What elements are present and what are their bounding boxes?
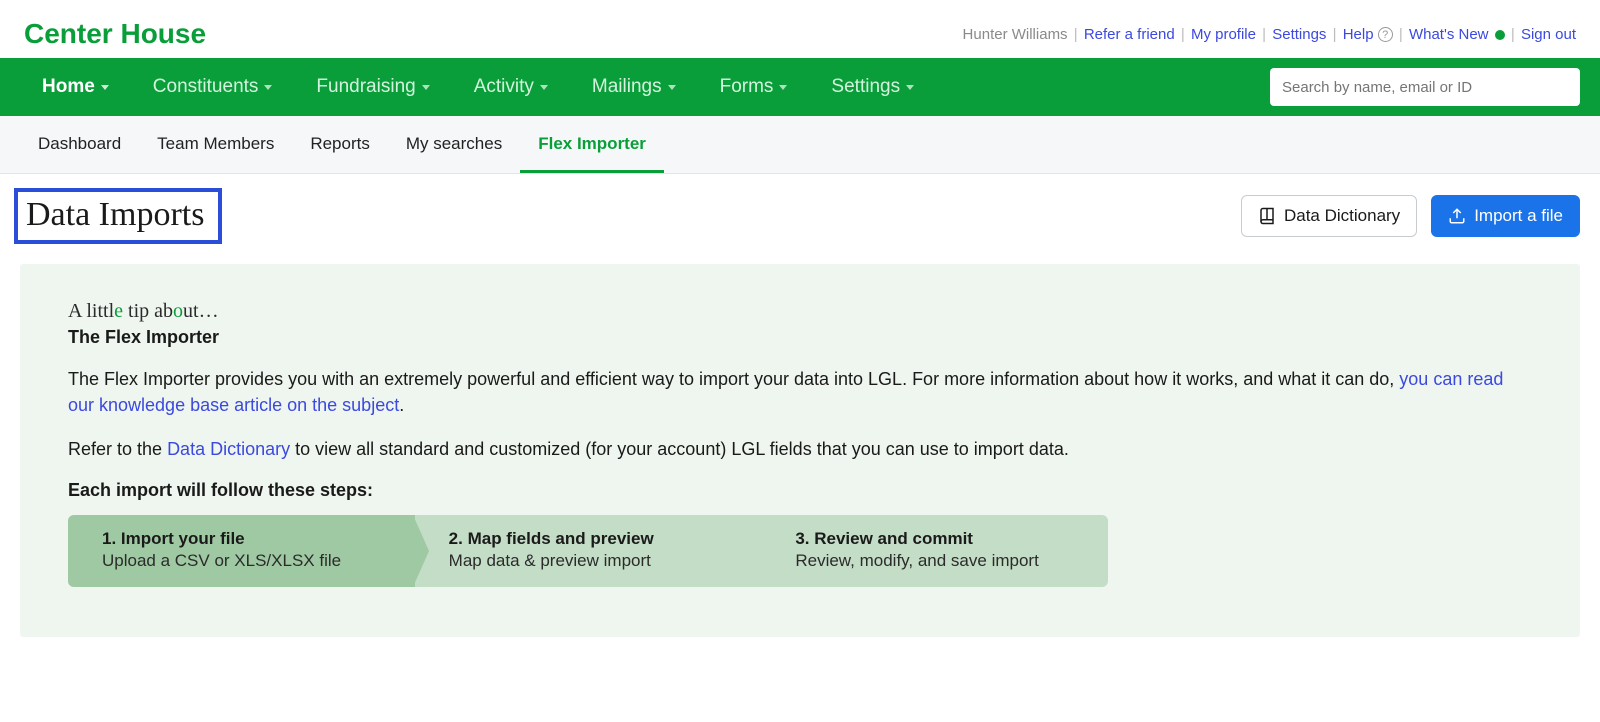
settings-link[interactable]: Settings xyxy=(1272,26,1326,43)
tip-body-2: Refer to the Data Dictionary to view all… xyxy=(68,436,1532,462)
data-dictionary-link[interactable]: Data Dictionary xyxy=(167,439,290,459)
profile-link[interactable]: My profile xyxy=(1191,26,1256,43)
upload-icon xyxy=(1448,207,1466,225)
tab-my-searches[interactable]: My searches xyxy=(388,116,520,173)
nav-home[interactable]: Home xyxy=(20,58,131,116)
chevron-down-icon xyxy=(779,85,787,90)
step-2-sub: Map data & preview import xyxy=(449,551,732,571)
page-title: Data Imports xyxy=(14,188,222,244)
nav-mailings[interactable]: Mailings xyxy=(570,58,698,116)
tip-body-1: The Flex Importer provides you with an e… xyxy=(68,366,1532,418)
chevron-right-icon xyxy=(413,515,429,587)
page-header: Data Imports Data Dictionary Import a fi… xyxy=(0,174,1600,254)
step-1: 1. Import your file Upload a CSV or XLS/… xyxy=(68,515,415,587)
step-2-title: 2. Map fields and preview xyxy=(449,529,732,549)
nav-fundraising[interactable]: Fundraising xyxy=(294,58,451,116)
tip-panel: A little tip about… The Flex Importer Th… xyxy=(20,264,1580,637)
tab-team-members[interactable]: Team Members xyxy=(139,116,292,173)
tip-intro: A little tip about… xyxy=(68,300,1532,323)
nav-constituents[interactable]: Constituents xyxy=(131,58,295,116)
status-dot-icon xyxy=(1495,30,1505,40)
tab-reports[interactable]: Reports xyxy=(292,116,388,173)
help-icon: ? xyxy=(1378,27,1393,42)
user-name: Hunter Williams xyxy=(963,26,1068,43)
signout-link[interactable]: Sign out xyxy=(1521,26,1576,43)
topbar: Center House Hunter Williams | Refer a f… xyxy=(0,0,1600,58)
main-nav: Home Constituents Fundraising Activity M… xyxy=(0,58,1600,116)
tab-dashboard[interactable]: Dashboard xyxy=(20,116,139,173)
steps-title: Each import will follow these steps: xyxy=(68,480,1532,501)
step-2: 2. Map fields and preview Map data & pre… xyxy=(415,515,762,587)
import-file-button[interactable]: Import a file xyxy=(1431,195,1580,237)
chevron-down-icon xyxy=(668,85,676,90)
nav-activity[interactable]: Activity xyxy=(452,58,570,116)
nav-settings[interactable]: Settings xyxy=(809,58,936,116)
chevron-right-icon xyxy=(759,515,775,587)
chevron-down-icon xyxy=(264,85,272,90)
help-link[interactable]: Help ? xyxy=(1343,26,1393,43)
header-actions: Data Dictionary Import a file xyxy=(1241,195,1580,237)
data-dictionary-button[interactable]: Data Dictionary xyxy=(1241,195,1417,237)
search-input[interactable] xyxy=(1270,68,1580,106)
refer-link[interactable]: Refer a friend xyxy=(1084,26,1175,43)
brand-title: Center House xyxy=(24,18,206,50)
tab-flex-importer[interactable]: Flex Importer xyxy=(520,116,664,173)
tip-title: The Flex Importer xyxy=(68,327,1532,348)
book-icon xyxy=(1258,207,1276,225)
chevron-down-icon xyxy=(540,85,548,90)
user-links: Hunter Williams | Refer a friend | My pr… xyxy=(963,26,1576,43)
whats-new-link[interactable]: What's New xyxy=(1409,26,1505,43)
step-1-title: 1. Import your file xyxy=(102,529,385,549)
step-1-sub: Upload a CSV or XLS/XLSX file xyxy=(102,551,385,571)
step-3-title: 3. Review and commit xyxy=(795,529,1078,549)
step-3: 3. Review and commit Review, modify, and… xyxy=(761,515,1108,587)
chevron-down-icon xyxy=(422,85,430,90)
steps-row: 1. Import your file Upload a CSV or XLS/… xyxy=(68,515,1108,587)
step-3-sub: Review, modify, and save import xyxy=(795,551,1078,571)
nav-forms[interactable]: Forms xyxy=(698,58,810,116)
search-wrap xyxy=(1270,68,1580,106)
chevron-down-icon xyxy=(906,85,914,90)
sub-nav: Dashboard Team Members Reports My search… xyxy=(0,116,1600,174)
chevron-down-icon xyxy=(101,85,109,90)
